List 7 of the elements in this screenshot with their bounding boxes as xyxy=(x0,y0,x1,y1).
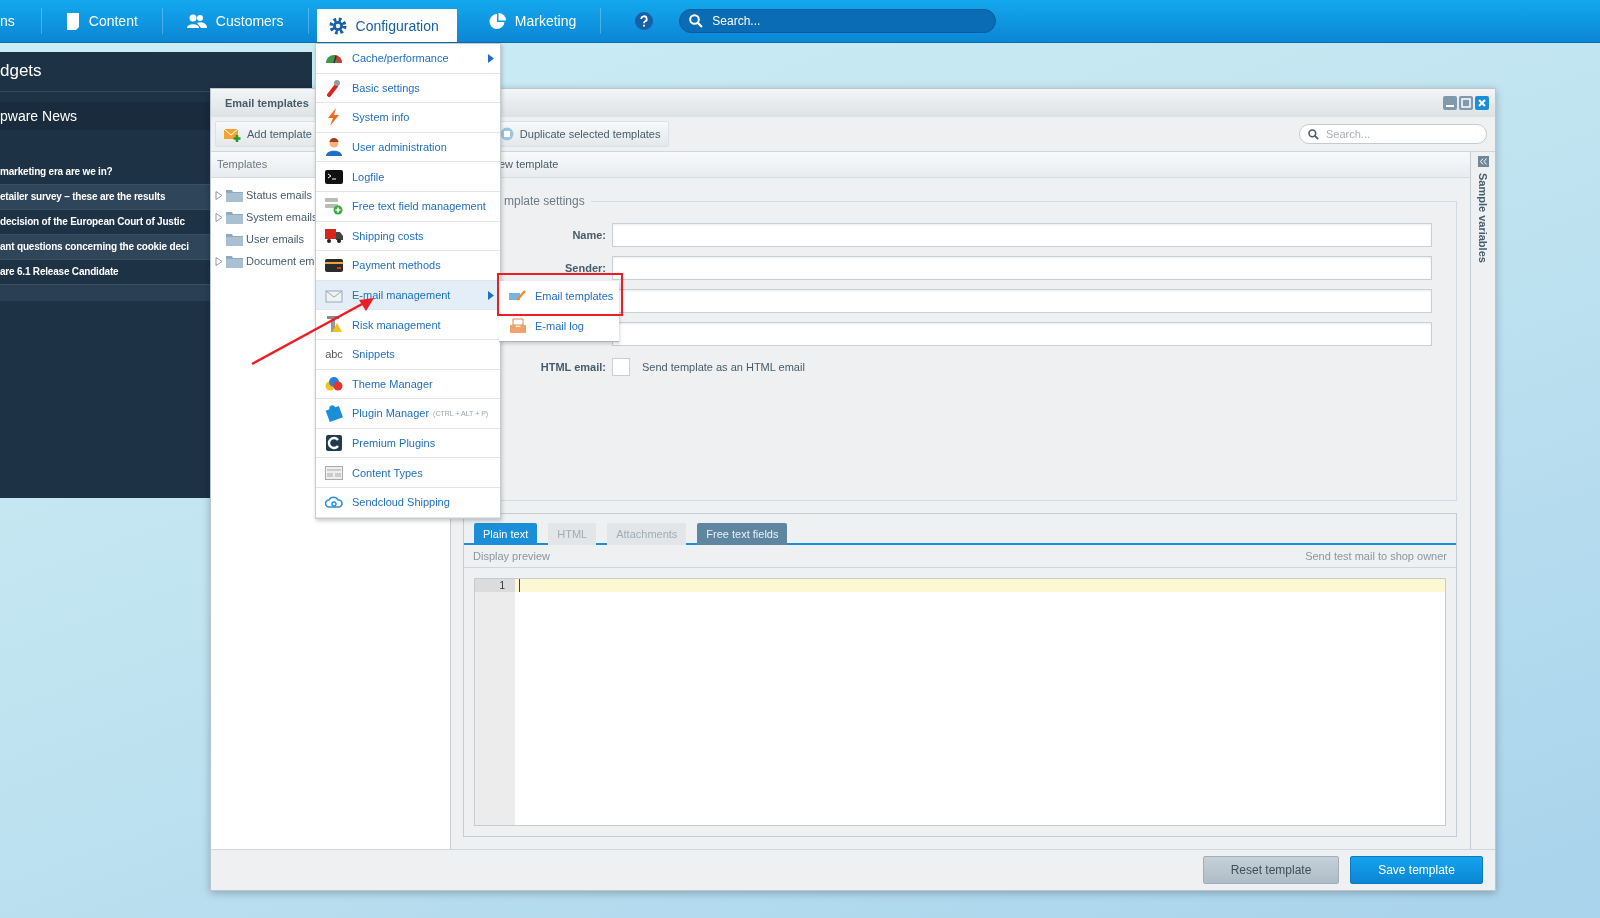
field-label: HTML email: xyxy=(539,360,607,373)
field-label: Sender: xyxy=(564,261,607,274)
line-number: 1 xyxy=(475,579,515,592)
checkbox-label: Send template as an HTML email xyxy=(642,360,805,373)
text-icon: abc xyxy=(325,348,343,361)
group-title: mplate settings xyxy=(503,194,586,208)
field-label: Name: xyxy=(571,228,607,241)
